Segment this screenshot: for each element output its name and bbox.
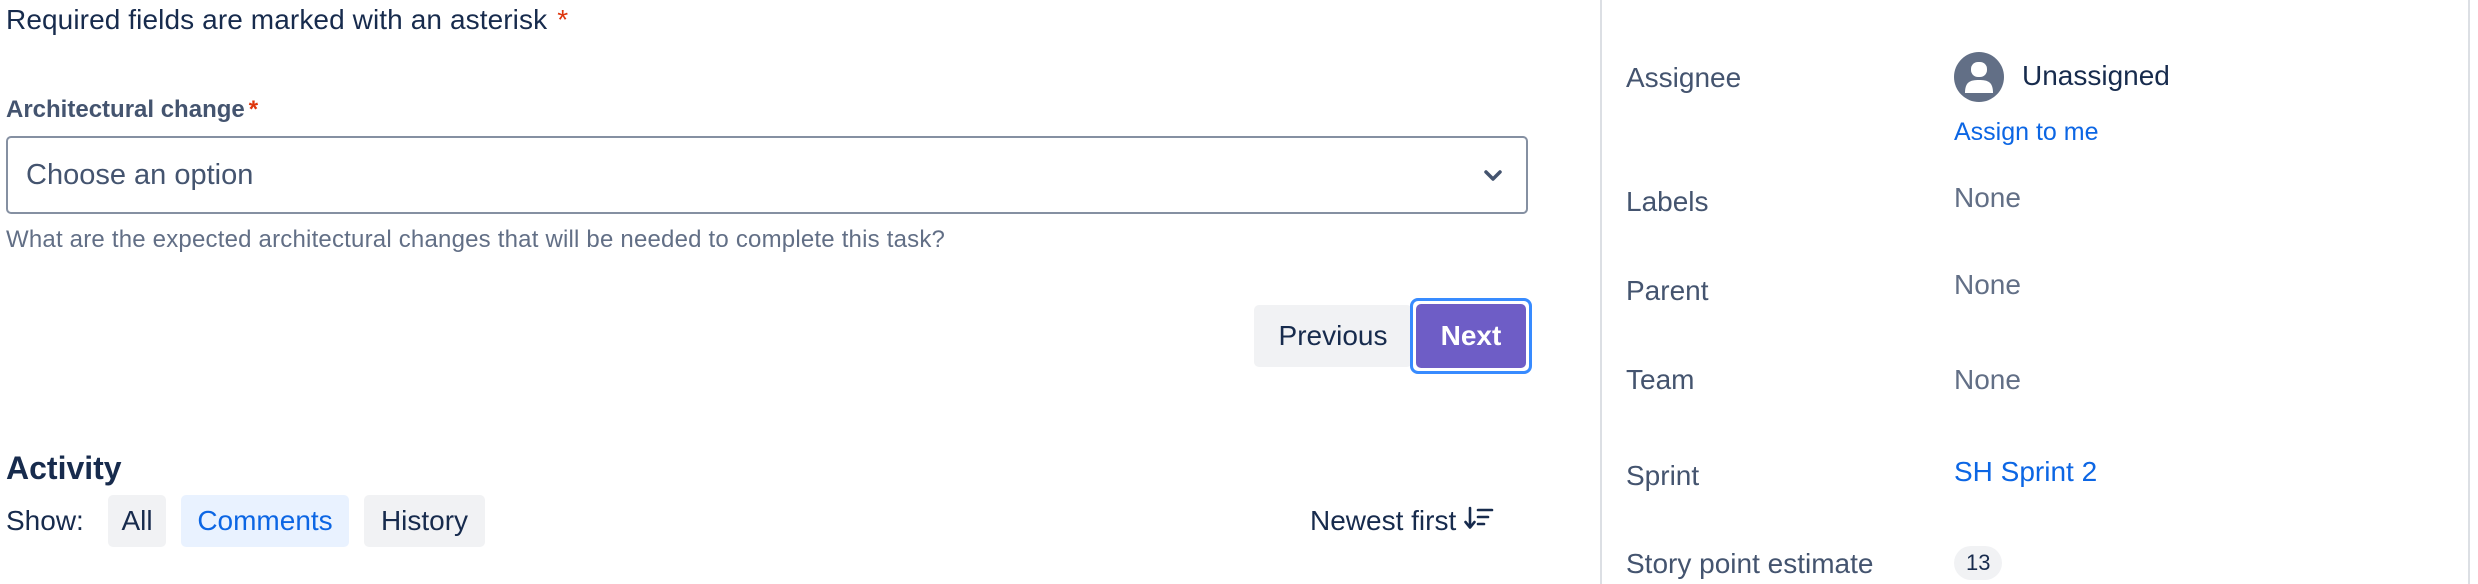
required-note-text: Required fields are marked with an aster… bbox=[6, 4, 548, 35]
required-asterisk: * bbox=[557, 4, 569, 35]
details-panel: Assignee Unassigned Assign to me Labels … bbox=[1600, 0, 2470, 584]
required-fields-note: Required fields are marked with an aster… bbox=[6, 4, 568, 36]
show-label: Show: bbox=[6, 505, 84, 536]
field-label-text: Architectural change bbox=[6, 96, 245, 123]
sort-descending-icon bbox=[1464, 505, 1494, 538]
issue-page: Required fields are marked with an aster… bbox=[0, 0, 2478, 584]
assign-to-me-link[interactable]: Assign to me bbox=[1954, 118, 2099, 147]
next-button-focus-ring: Next bbox=[1410, 298, 1532, 374]
team-label: Team bbox=[1626, 364, 1695, 395]
labels-value[interactable]: None bbox=[1954, 182, 2021, 214]
sprint-label: Sprint bbox=[1626, 460, 1700, 491]
team-value[interactable]: None bbox=[1954, 364, 2021, 396]
previous-button[interactable]: Previous bbox=[1254, 305, 1412, 367]
sprint-value-link[interactable]: SH Sprint 2 bbox=[1954, 456, 2097, 488]
sort-order-button[interactable]: Newest first bbox=[1310, 495, 1494, 547]
next-button[interactable]: Next bbox=[1416, 304, 1526, 368]
labels-label: Labels bbox=[1626, 186, 1709, 217]
activity-heading: Activity bbox=[6, 450, 122, 486]
architectural-change-select[interactable]: Choose an option bbox=[6, 136, 1528, 214]
issue-main-column: Required fields are marked with an aster… bbox=[0, 0, 1560, 584]
story-point-label: Story point estimate bbox=[1626, 548, 1874, 579]
assignee-value[interactable]: Unassigned bbox=[2022, 60, 2170, 92]
parent-label: Parent bbox=[1626, 275, 1709, 306]
assignee-label: Assignee bbox=[1626, 62, 1742, 93]
select-placeholder: Choose an option bbox=[26, 158, 254, 191]
architectural-change-label: Architectural change * bbox=[6, 96, 258, 124]
field-helper-text: What are the expected architectural chan… bbox=[6, 226, 946, 253]
field-required-asterisk: * bbox=[248, 96, 259, 123]
user-avatar-icon bbox=[1954, 52, 2004, 102]
filter-history-button[interactable]: History bbox=[364, 495, 485, 547]
filter-comments-button[interactable]: Comments bbox=[181, 495, 349, 547]
filter-all-button[interactable]: All bbox=[108, 495, 166, 547]
parent-value[interactable]: None bbox=[1954, 269, 2021, 301]
story-point-badge[interactable]: 13 bbox=[1954, 546, 2003, 580]
sort-label: Newest first bbox=[1310, 505, 1457, 536]
chevron-down-icon bbox=[1482, 164, 1504, 186]
